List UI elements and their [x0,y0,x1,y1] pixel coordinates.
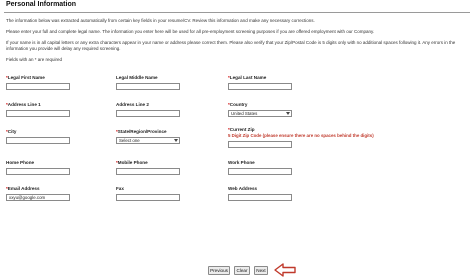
zip-label-text: Current Zip [229,127,255,132]
state-label: *State/Region/Province [116,129,167,134]
work-phone-input[interactable] [228,168,292,175]
state-label-text: State/Region/Province [117,129,167,134]
country-label-text: Country [229,102,248,107]
address2-label: Address Line 2 [116,102,149,107]
country-select-value: United States [231,111,258,116]
home-phone-input[interactable] [6,168,70,175]
address1-input[interactable] [6,110,70,117]
chevron-down-icon [174,139,178,142]
address1-label: *Address Line 1 [6,102,41,107]
clear-button[interactable]: Clear [234,266,250,275]
city-label: *City [6,129,16,134]
mobile-phone-input[interactable] [116,168,180,175]
chevron-down-icon [286,112,290,115]
email-input[interactable]: xxyu@google.com [6,194,70,201]
work-phone-label: Work Phone [228,160,255,165]
next-button[interactable]: Next [254,266,268,275]
web-address-input[interactable] [228,194,292,201]
intro-text-1: The information below was extracted auto… [6,18,315,23]
city-label-text: City [7,129,17,134]
state-select[interactable]: Select one [116,137,180,144]
city-input[interactable] [6,137,70,144]
email-label-text: Email Address [7,186,40,191]
first-name-input[interactable] [6,83,70,90]
state-select-value: Select one [119,138,140,143]
web-address-label: Web Address [228,186,258,191]
last-name-input[interactable] [228,83,292,90]
email-label: *Email Address [6,186,40,191]
intro-text-3b: information you provide will delay any r… [6,46,121,51]
first-name-label: *Legal First Name [6,75,45,80]
home-phone-label: Home Phone [6,160,35,165]
previous-button[interactable]: Previous [208,266,230,275]
address2-input[interactable] [116,110,180,117]
required-note: Fields with an * are required [6,57,63,62]
fax-label: Fax [116,186,124,191]
middle-name-input[interactable] [116,83,180,90]
intro-text-2: Please enter your full and complete lega… [6,29,375,34]
last-name-label-text: Legal Last Name [229,75,267,80]
country-select[interactable]: United States [228,110,292,117]
address1-label-text: Address Line 1 [7,102,41,107]
mobile-phone-label: *Mobile Phone [116,160,148,165]
zip-label: *Current Zip [228,127,255,132]
fax-input[interactable] [116,194,180,201]
title-divider [4,12,470,13]
last-name-label: *Legal Last Name [228,75,266,80]
zip-input[interactable] [228,141,292,148]
country-label: *Country [228,102,247,107]
middle-name-label: Legal Middle Name [116,75,158,80]
page-title: Personal Information [6,1,77,8]
red-arrow-icon [274,263,296,277]
zip-note: 5 Digit Zip Code (please ensure there ar… [228,133,374,138]
mobile-phone-label-text: Mobile Phone [117,160,148,165]
first-name-label-text: Legal First Name [7,75,45,80]
